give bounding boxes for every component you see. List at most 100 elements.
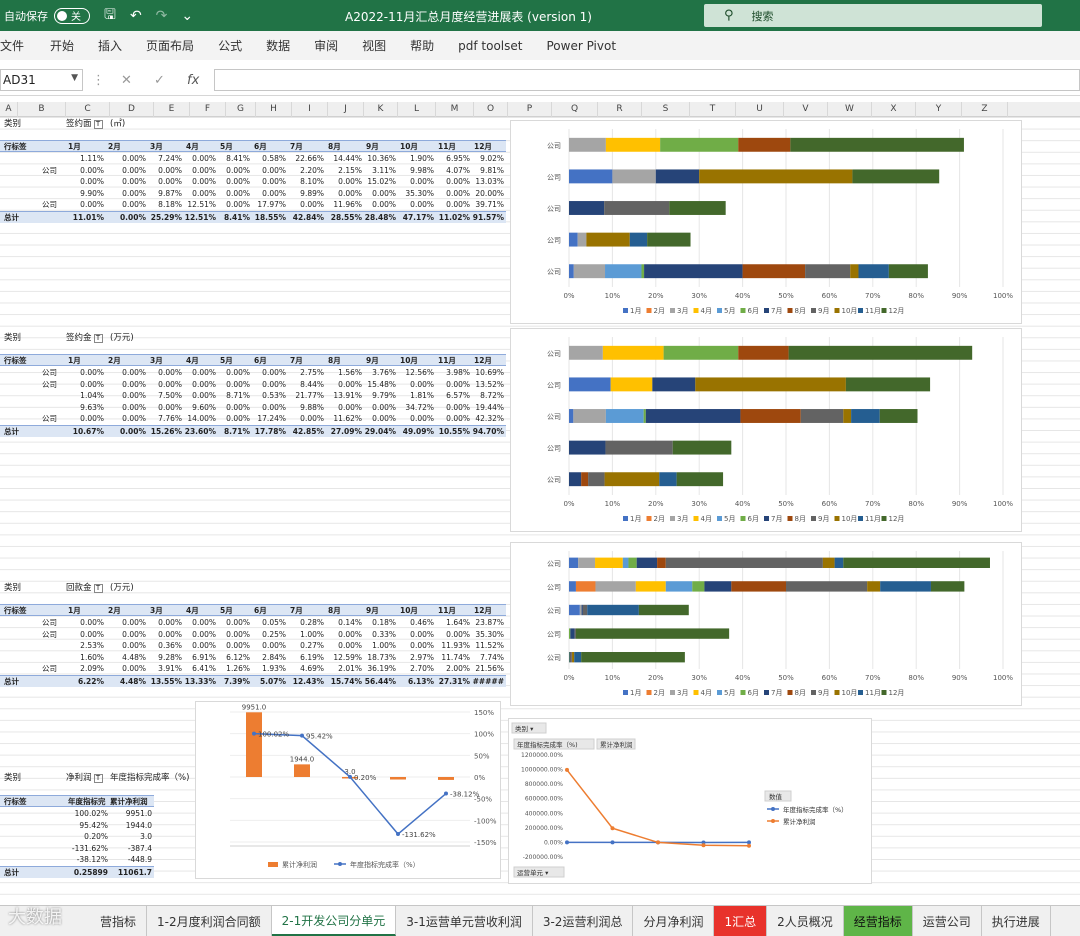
total-row[interactable]: 总计 6.22% 4.48% 13.55% 13.33% 7.39% 5.07% 12.43%…: [0, 675, 506, 687]
cell-value[interactable]: 0.00%: [106, 176, 146, 188]
table-row[interactable]: 公司 0.00% 0.00% 0.00% 0.00% 0.00% 0.00% 8.44% 0.0…: [0, 379, 506, 391]
pivot-field-label[interactable]: 净利润 T: [66, 771, 103, 783]
bar-segment[interactable]: [569, 201, 605, 215]
cell-value[interactable]: 0.00%: [436, 199, 470, 211]
cell-value[interactable]: 0.00%: [106, 390, 146, 402]
cell-value[interactable]: 39.71%: [472, 199, 504, 211]
total-value[interactable]: 11061.7: [108, 867, 152, 879]
bar-segment[interactable]: [605, 409, 644, 423]
bar-segment[interactable]: [786, 581, 868, 592]
cell-value[interactable]: 1.11%: [66, 153, 104, 165]
column-header[interactable]: T: [690, 102, 736, 117]
sheet-tab[interactable]: 1-2月度利润合同额: [147, 906, 272, 936]
cell-value[interactable]: 0.33%: [364, 629, 396, 641]
cell-value[interactable]: 0.00%: [364, 188, 396, 200]
menu-file[interactable]: 文件: [0, 37, 24, 54]
bar-segment[interactable]: [587, 604, 639, 616]
table-row[interactable]: 1.11% 0.00% 7.24% 0.00% 8.41% 0.58% 22.66% 14.4…: [0, 153, 506, 165]
name-box[interactable]: AD31 ▼: [0, 69, 83, 91]
bar-segment[interactable]: [569, 440, 606, 455]
cell-value[interactable]: 0.00%: [148, 379, 182, 391]
cell-value[interactable]: 0.00%: [148, 367, 182, 379]
cell-value[interactable]: 1.00%: [364, 640, 396, 652]
cell-value[interactable]: 10.69%: [472, 367, 504, 379]
total-row[interactable]: 总计 11.01% 0.00% 25.29% 12.51% 8.41% 18.55% 42.8…: [0, 211, 506, 223]
line-point[interactable]: [610, 826, 615, 831]
total-value[interactable]: 94.70%: [472, 426, 504, 438]
cell-value[interactable]: 36.19%: [364, 663, 396, 675]
cell-value[interactable]: 1.00%: [288, 629, 324, 641]
cell-value[interactable]: 3.76%: [364, 367, 396, 379]
cell-value[interactable]: 0.00%: [66, 413, 104, 425]
pivot-field-label[interactable]: 签约金 T: [66, 331, 103, 343]
table-row[interactable]: 0.00% 0.00% 0.00% 0.00% 0.00% 0.00% 8.10% 0.00%…: [0, 176, 506, 188]
total-value[interactable]: 13.55%: [148, 676, 182, 688]
cell-value[interactable]: 0.00%: [184, 640, 216, 652]
cell-value[interactable]: 1.26%: [218, 663, 250, 675]
table-row[interactable]: 9.90% 0.00% 9.87% 0.00% 0.00% 0.00% 9.89% 0.00%…: [0, 188, 506, 200]
bar-segment[interactable]: [647, 232, 691, 247]
bar-segment[interactable]: [581, 652, 685, 663]
bar-segment[interactable]: [595, 557, 623, 568]
cell-value[interactable]: 0.00%: [66, 199, 104, 211]
cell-value[interactable]: 0.00%: [184, 367, 216, 379]
cell-value[interactable]: 34.72%: [398, 402, 434, 414]
bar-segment[interactable]: [571, 652, 573, 663]
cell-value[interactable]: 9.79%: [364, 390, 396, 402]
total-value[interactable]: 42.84%: [288, 212, 324, 224]
cell-value[interactable]: 9.63%: [66, 402, 104, 414]
column-header[interactable]: Q: [552, 102, 598, 117]
sheet-tab[interactable]: 3-1运营单元营收利润: [396, 906, 533, 936]
cell-value[interactable]: 0.00%: [436, 402, 470, 414]
cell-value[interactable]: 0.00%: [436, 629, 470, 641]
cell-value[interactable]: 11.96%: [326, 199, 362, 211]
cell-value[interactable]: 0.00%: [148, 165, 182, 177]
bar-segment[interactable]: [880, 581, 931, 592]
bar-segment[interactable]: [660, 137, 739, 152]
column-header[interactable]: G: [226, 102, 256, 117]
cell-value[interactable]: 1.90%: [398, 153, 434, 165]
cell-value[interactable]: 15.02%: [364, 176, 396, 188]
total-value[interactable]: 6.13%: [398, 676, 434, 688]
cell-value[interactable]: 0.00%: [184, 629, 216, 641]
cell-value[interactable]: 0.00%: [184, 176, 216, 188]
bar-segment[interactable]: [672, 440, 732, 455]
table-row[interactable]: 公司 0.00% 0.00% 7.76% 14.00% 0.00% 17.24% 0.00% 1…: [0, 413, 506, 425]
cell-value[interactable]: 0.00%: [436, 176, 470, 188]
cell-value[interactable]: 2.84%: [252, 652, 286, 664]
cell-value[interactable]: 9.88%: [288, 402, 324, 414]
menu-home[interactable]: 开始: [50, 37, 74, 54]
column-header[interactable]: S: [642, 102, 690, 117]
cell-value[interactable]: 9.98%: [398, 165, 434, 177]
bar-segment[interactable]: [635, 581, 666, 592]
cell-value[interactable]: 17.24%: [252, 413, 286, 425]
cell-value[interactable]: 1.81%: [398, 390, 434, 402]
bar[interactable]: [294, 764, 310, 777]
cell-value[interactable]: 1.60%: [66, 652, 104, 664]
total-value[interactable]: 10.67%: [66, 426, 104, 438]
cell-value[interactable]: 13.03%: [472, 176, 504, 188]
line-point[interactable]: [747, 843, 751, 848]
cell-value[interactable]: 0.36%: [148, 640, 182, 652]
total-value[interactable]: 17.78%: [252, 426, 286, 438]
bar-segment[interactable]: [570, 628, 575, 639]
cell-value[interactable]: 15.48%: [364, 379, 396, 391]
bar-segment[interactable]: [852, 169, 940, 184]
column-header[interactable]: W: [828, 102, 872, 117]
cell-value[interactable]: 0.00%: [218, 640, 250, 652]
bar-segment[interactable]: [738, 137, 791, 152]
bar-segment[interactable]: [843, 409, 852, 423]
cell-value[interactable]: 2.75%: [288, 367, 324, 379]
bar-segment[interactable]: [578, 557, 596, 568]
cell-value[interactable]: 0.00%: [326, 379, 362, 391]
bar-segment[interactable]: [569, 137, 606, 152]
table-row[interactable]: 公司 0.00% 0.00% 0.00% 0.00% 0.00% 0.00% 2.20% 2.1…: [0, 165, 506, 177]
bar-segment[interactable]: [867, 581, 881, 592]
sheet-tab[interactable]: 经营指标: [843, 906, 913, 936]
cell-value[interactable]: 7.76%: [148, 413, 182, 425]
table-row[interactable]: 1.04% 0.00% 7.50% 0.00% 8.71% 0.53% 21.77% 13.9…: [0, 390, 506, 402]
bar-segment[interactable]: [573, 264, 606, 279]
cell-value[interactable]: 8.10%: [288, 176, 324, 188]
sheet-tab[interactable]: 2-1开发公司分单元: [271, 906, 397, 936]
cell-value[interactable]: 14.00%: [184, 413, 216, 425]
